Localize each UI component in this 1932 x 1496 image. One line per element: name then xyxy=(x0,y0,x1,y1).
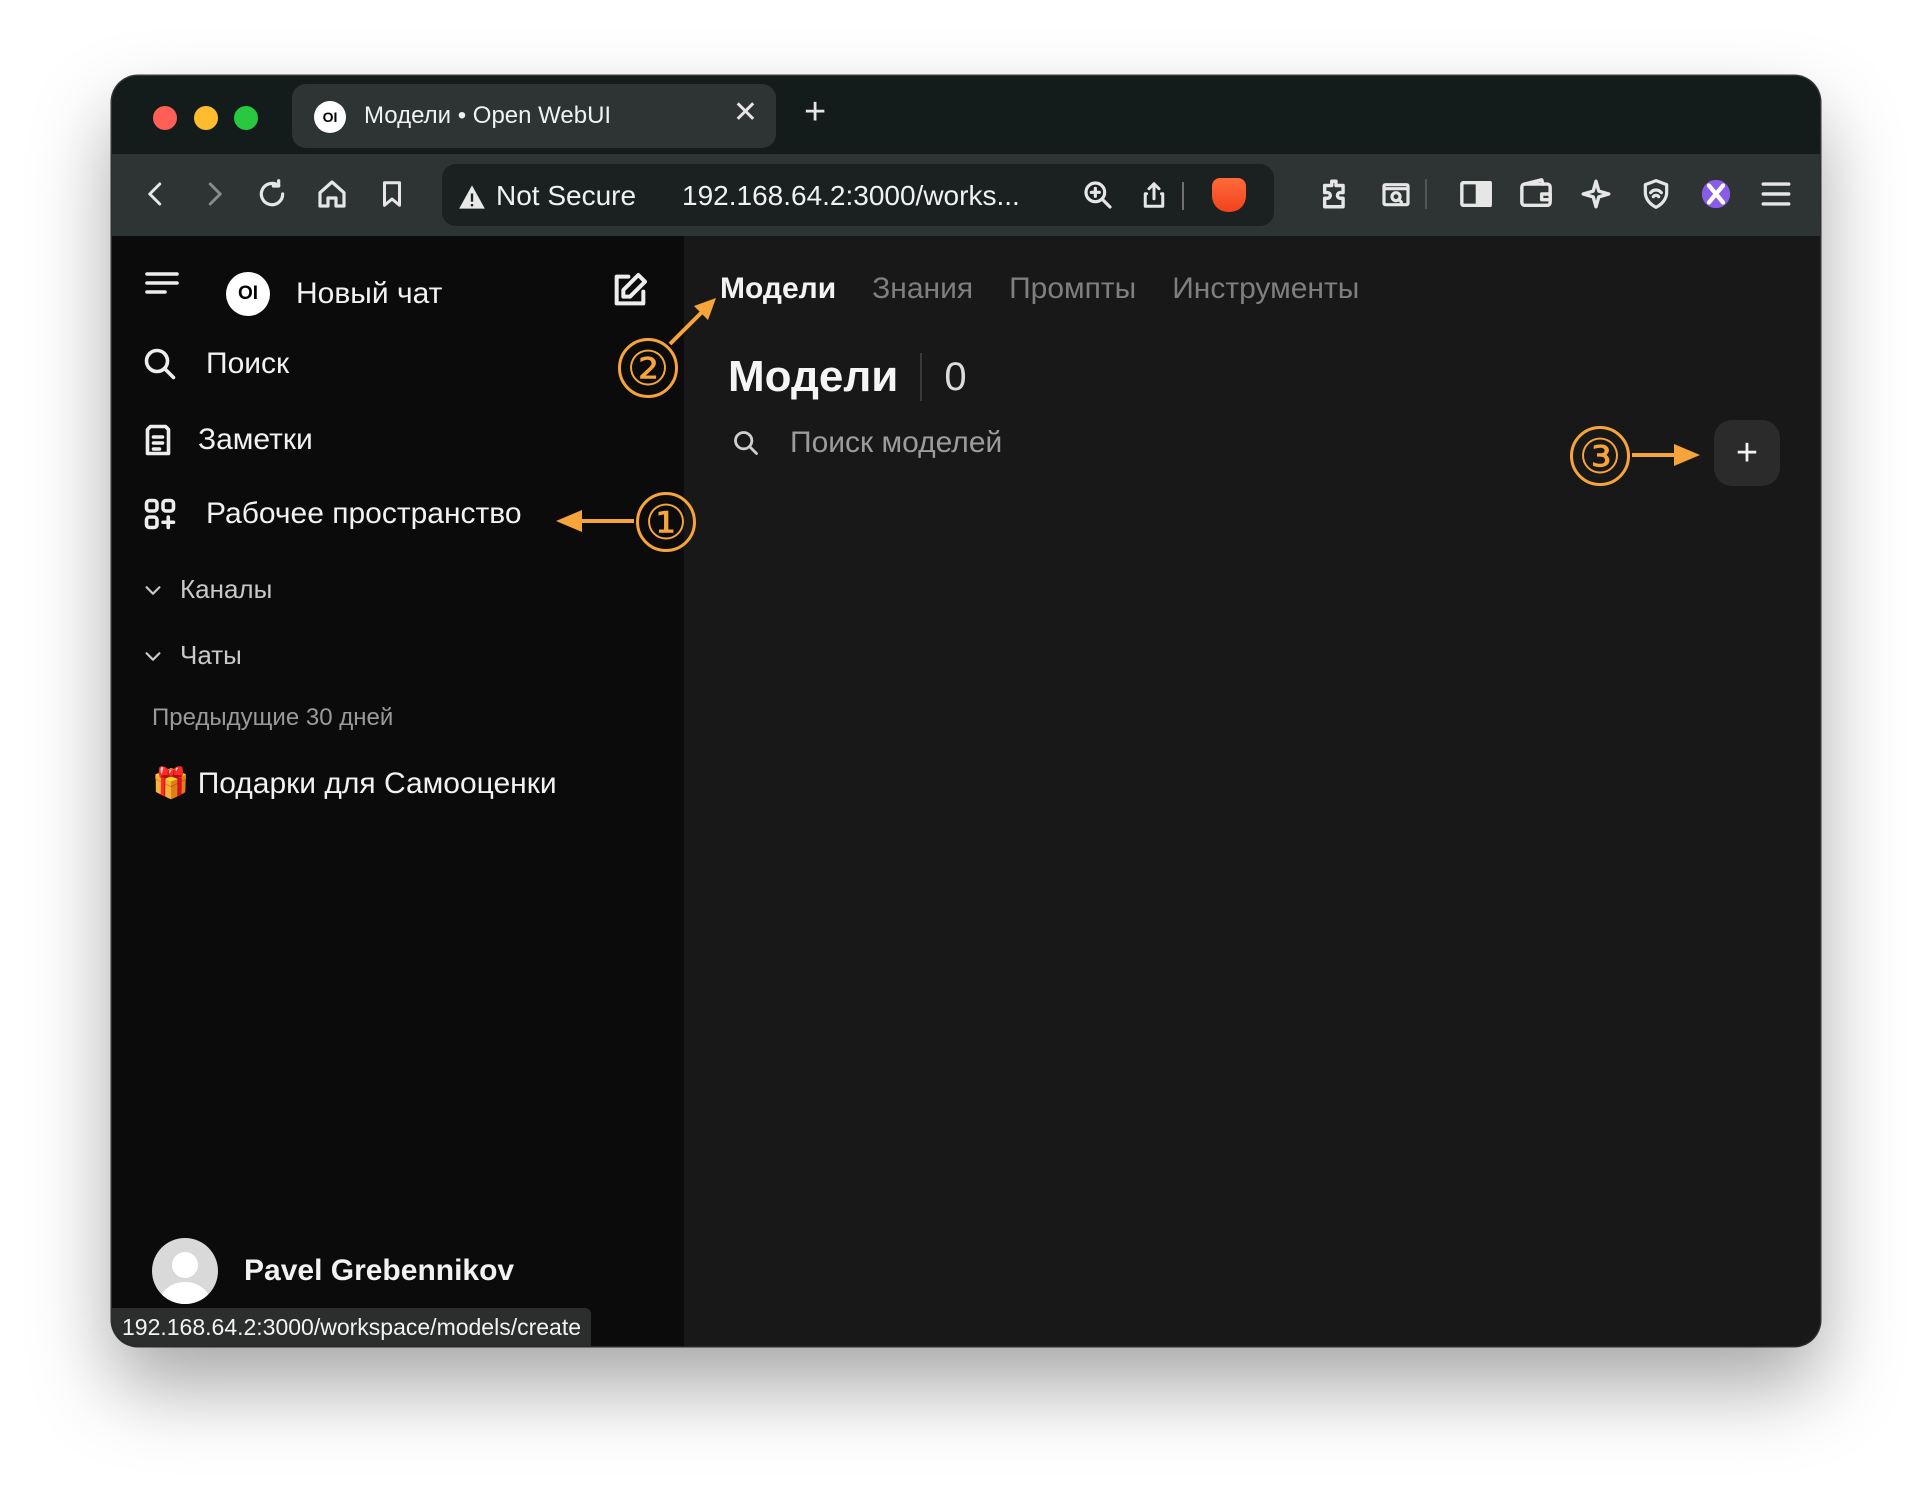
sidebar-toggle-button[interactable] xyxy=(144,268,180,298)
chats-toggle[interactable]: Чаты xyxy=(142,640,242,671)
sidebar-item-label: Рабочее пространство xyxy=(206,497,522,530)
user-menu[interactable]: Pavel Grebennikov xyxy=(152,1238,514,1304)
not-secure-label[interactable]: Not Secure xyxy=(496,180,636,212)
notes-icon xyxy=(145,424,171,456)
wallet-icon[interactable] xyxy=(1516,174,1556,214)
browser-toolbar: Not Secure 192.168.64.2:3000/works... xyxy=(112,154,1820,236)
new-chat-link[interactable]: OI Новый чат xyxy=(226,272,442,316)
models-count: 0 xyxy=(944,354,967,399)
annotation-marker-3: ③ xyxy=(1570,426,1630,486)
home-icon[interactable] xyxy=(312,174,352,214)
chevron-down-icon xyxy=(145,585,161,595)
back-icon[interactable] xyxy=(136,174,176,214)
search-input[interactable]: Поиск моделей xyxy=(790,426,1002,460)
zoom-window-button[interactable] xyxy=(234,106,258,130)
model-search[interactable]: Поиск моделей xyxy=(732,426,1002,460)
channels-toggle[interactable]: Каналы xyxy=(142,574,272,605)
tab-title: Модели • Open WebUI xyxy=(364,102,612,129)
url-text[interactable]: 192.168.64.2:3000/works... xyxy=(682,180,1020,212)
leo-ai-icon[interactable] xyxy=(1576,174,1616,214)
hamburger-icon xyxy=(145,272,179,294)
url-separator xyxy=(1182,182,1184,210)
search-icon xyxy=(144,348,176,380)
browser-window: OI Модели • Open WebUI ✕ + Not Secure 19… xyxy=(112,76,1820,1346)
tab-favicon-icon: OI xyxy=(314,101,346,133)
period-label: Предыдущие 30 дней xyxy=(152,704,394,731)
workspace-grid-icon xyxy=(144,498,176,530)
tab-knowledge[interactable]: Знания xyxy=(872,272,973,306)
tab-models[interactable]: Модели xyxy=(720,272,836,306)
status-bar-url: 192.168.64.2:3000/workspace/models/creat… xyxy=(112,1308,592,1346)
tab-prompts[interactable]: Промпты xyxy=(1009,272,1136,306)
bookmark-icon[interactable] xyxy=(372,174,412,214)
avatar xyxy=(152,1238,218,1304)
browser-tab[interactable]: OI Модели • Open WebUI ✕ xyxy=(292,84,776,148)
minimize-window-button[interactable] xyxy=(194,106,218,130)
forward-icon[interactable] xyxy=(194,174,234,214)
menu-icon[interactable] xyxy=(1756,174,1796,214)
chat-item-title: 🎁 Подарки для Самооценки xyxy=(152,767,557,800)
brave-shields-icon[interactable] xyxy=(1212,178,1246,212)
toolbar-separator xyxy=(1424,174,1428,214)
sidebar-item-label: Поиск xyxy=(206,347,290,380)
title-divider xyxy=(920,353,923,401)
annotation-marker-2: ② xyxy=(618,338,678,398)
channels-label: Каналы xyxy=(180,574,273,604)
tab-close-icon[interactable]: ✕ xyxy=(733,98,758,128)
new-tab-button[interactable]: + xyxy=(804,92,826,132)
reader-icon[interactable] xyxy=(1376,174,1416,214)
address-bar[interactable]: Not Secure 192.168.64.2:3000/works... xyxy=(442,164,1274,226)
new-chat-label: Новый чат xyxy=(296,277,443,310)
sidebar-item-label: Заметки xyxy=(198,423,313,456)
annotation-marker-1: ① xyxy=(636,492,696,552)
sidebar-item-search[interactable]: Поиск xyxy=(142,346,289,382)
reload-icon[interactable] xyxy=(252,174,292,214)
profile-extension-icon[interactable] xyxy=(1696,174,1736,214)
main-content: Модели Знания Промпты Инструменты Модели… xyxy=(684,236,1820,1346)
chat-list-item[interactable]: 🎁 Подарки для Самооценки xyxy=(152,766,557,801)
page-title-row: Модели 0 xyxy=(728,352,967,402)
extensions-icon[interactable] xyxy=(1316,174,1356,214)
search-icon xyxy=(734,431,758,455)
vpn-shield-icon[interactable] xyxy=(1636,174,1676,214)
pencil-square-icon xyxy=(614,273,647,306)
share-icon[interactable] xyxy=(1134,175,1174,215)
sidebar: OI Новый чат Поиск Заметки Рабочее прост… xyxy=(112,236,684,1346)
tab-tools[interactable]: Инструменты xyxy=(1172,272,1359,306)
warning-icon xyxy=(458,184,486,215)
tab-bar: OI Модели • Open WebUI ✕ + xyxy=(112,76,1820,154)
user-name: Pavel Grebennikov xyxy=(244,1254,515,1287)
chevron-down-icon xyxy=(145,651,161,661)
workspace-tabs: Модели Знания Промпты Инструменты xyxy=(720,272,1359,306)
close-window-button[interactable] xyxy=(153,106,177,130)
page-title: Модели xyxy=(728,352,899,401)
sidebar-item-workspace[interactable]: Рабочее пространство xyxy=(142,496,522,532)
open-webui-logo: OI xyxy=(226,272,270,316)
sidebar-toggle-icon[interactable] xyxy=(1456,174,1496,214)
zoom-icon[interactable] xyxy=(1078,175,1118,215)
chats-label: Чаты xyxy=(180,640,242,670)
period-heading: Предыдущие 30 дней xyxy=(152,704,393,732)
compose-button[interactable] xyxy=(610,270,650,310)
add-model-button[interactable]: + xyxy=(1714,420,1780,486)
sidebar-item-notes[interactable]: Заметки xyxy=(142,422,313,458)
